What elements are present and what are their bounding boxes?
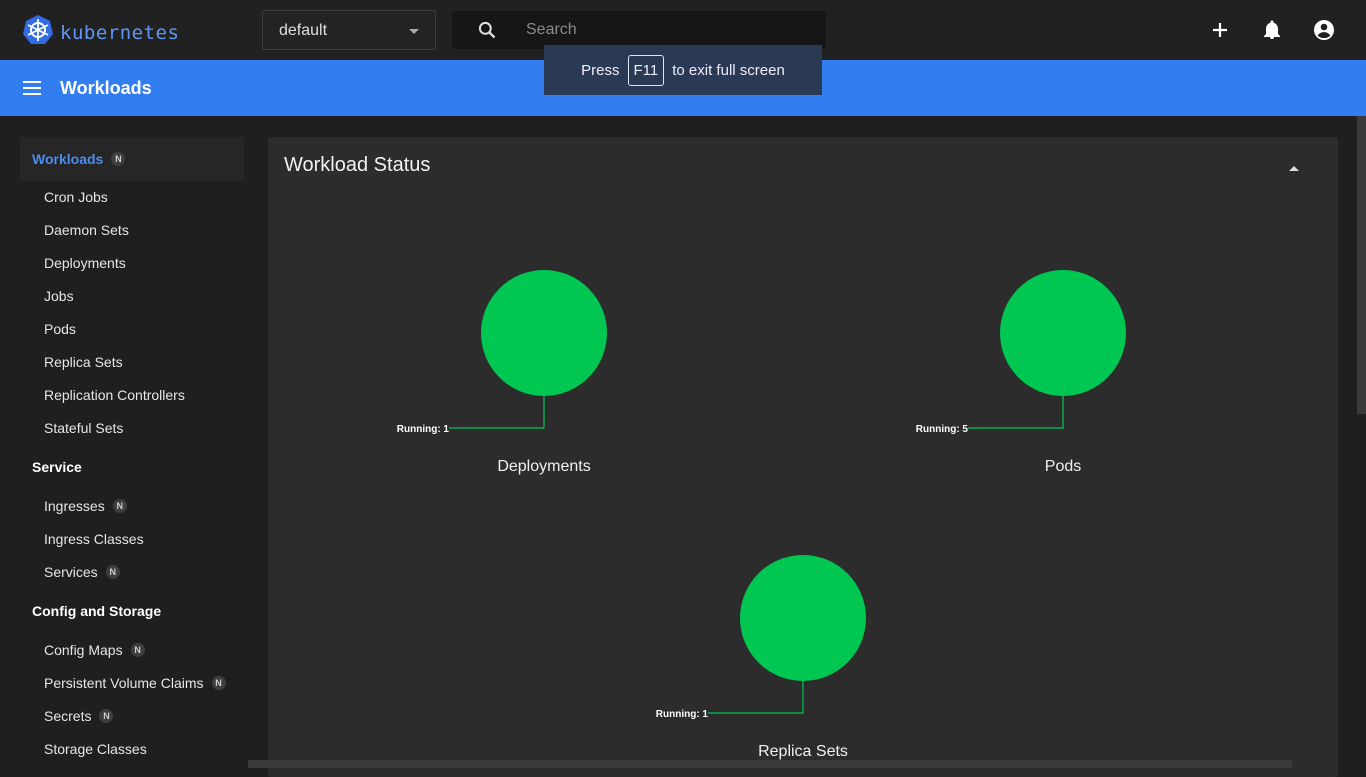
sidebar-item-label: Jobs [44,288,74,304]
sidebar-item-pods[interactable]: Pods [44,318,76,340]
plus-icon[interactable] [1208,18,1232,42]
logo-text: kubernetes [60,21,180,44]
sidebar-item-label: Persistent Volume Claims [44,675,204,691]
sidebar-item-deployments[interactable]: Deployments [44,252,126,274]
sidebar: Workloads N Cron Jobs Daemon Sets Deploy… [0,116,256,768]
deployments-pie-slice[interactable] [481,270,607,396]
toast-post-text: to exit full screen [672,61,785,79]
bell-icon[interactable] [1260,18,1284,42]
new-badge: N [111,152,126,166]
new-badge: N [112,499,127,513]
namespace-value: default [279,22,328,39]
new-badge: N [130,643,145,657]
workload-status-card: Workload Status Running: 1 Running: 5 Runn… [268,137,1338,777]
sidebar-group-service[interactable]: Service [20,445,244,489]
toast-pre-text: Press [581,61,620,79]
pods-data-label: Running: 5 [916,424,969,435]
sidebar-item-label: Replica Sets [44,354,123,370]
sidebar-item-label: Daemon Sets [44,222,129,238]
replica-sets-data-label: Running: 1 [656,709,709,720]
replica-sets-chart-title: Replica Sets [758,743,848,760]
sidebar-item-label: Config Maps [44,642,123,658]
sidebar-item-label: Deployments [44,255,126,271]
sidebar-item-replica-sets[interactable]: Replica Sets [44,351,123,373]
sidebar-item-label: Ingress Classes [44,531,144,547]
sidebar-item-stateful-sets[interactable]: Stateful Sets [44,417,123,439]
hamburger-menu-icon[interactable] [22,78,42,103]
pods-chart-title: Pods [1044,458,1082,475]
sidebar-item-ingresses[interactable]: Ingresses N [44,495,127,517]
sidebar-item-label: Ingresses [44,498,105,514]
sidebar-item-label: Services [44,564,98,580]
sidebar-item-label: Secrets [44,708,92,724]
sidebar-item-label: Storage Classes [44,741,147,757]
deployments-leader-line [449,396,545,429]
sidebar-item-persistent-volume-claims[interactable]: Persistent Volume Claims N [44,672,226,694]
sidebar-group-workloads[interactable]: Workloads N [20,137,244,181]
fullscreen-toast: Press F11 to exit full screen [544,45,822,95]
new-badge: N [99,709,114,723]
sidebar-item-label: Cron Jobs [44,189,108,205]
horizontal-scrollbar[interactable] [248,760,1292,768]
pods-pie-slice[interactable] [1000,270,1126,396]
account-icon[interactable] [1312,18,1336,42]
workload-status-charts: Running: 1 Running: 5 Running: 1 [397,270,1126,720]
sidebar-item-storage-classes[interactable]: Storage Classes [44,738,147,760]
kubernetes-helm-icon [22,14,54,51]
pods-leader-line [968,396,1064,429]
sidebar-item-ingress-classes[interactable]: Ingress Classes [44,528,144,550]
namespace-select[interactable]: default [262,10,436,50]
replica-sets-pie-slice[interactable] [740,555,866,681]
search-bar [452,11,826,49]
sidebar-item-label: Stateful Sets [44,420,124,436]
sidebar-group-config-storage[interactable]: Config and Storage [20,589,244,633]
page-title: Workloads [60,78,152,98]
sidebar-item-replication-controllers[interactable]: Replication Controllers [44,384,185,406]
logo[interactable]: kubernetes [22,14,179,51]
search-input[interactable] [526,19,806,41]
replica-sets-leader-line [708,681,804,714]
sidebar-group-label: Service [32,459,82,475]
sidebar-item-label: Replication Controllers [44,387,185,403]
sidebar-item-label: Pods [44,321,76,337]
sidebar-item-daemon-sets[interactable]: Daemon Sets [44,219,129,241]
sidebar-item-config-maps[interactable]: Config Maps N [44,639,145,661]
sidebar-item-services[interactable]: Services N [44,561,120,583]
new-badge: N [105,565,120,579]
deployments-chart-title: Deployments [497,458,591,475]
chevron-down-icon [409,29,419,34]
new-badge: N [211,676,226,690]
sidebar-item-jobs[interactable]: Jobs [44,285,74,307]
search-icon[interactable] [477,20,497,45]
sidebar-group-label: Workloads [32,151,104,167]
vertical-scrollbar[interactable] [1357,116,1366,414]
sidebar-item-secrets[interactable]: Secrets N [44,705,114,727]
sidebar-item-cron-jobs[interactable]: Cron Jobs [44,186,108,208]
toast-key: F11 [627,54,665,86]
sidebar-group-label: Config and Storage [32,603,162,619]
top-actions [1208,18,1336,42]
deployments-data-label: Running: 1 [397,424,450,435]
